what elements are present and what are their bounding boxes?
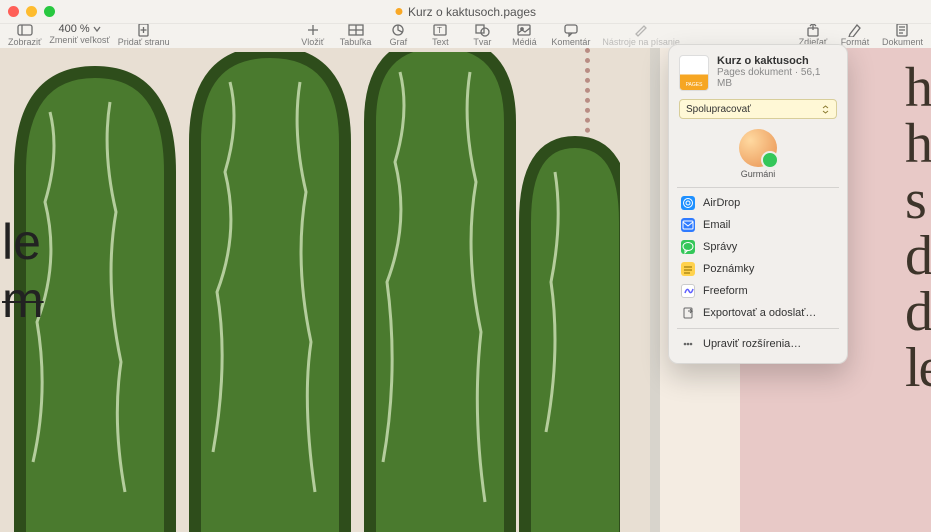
share-edit-extensions[interactable]: Upraviť rozšírenia… [679, 333, 837, 355]
mail-icon [681, 218, 695, 232]
table-label: Tabuľka [340, 38, 372, 47]
window-title: Kurz o kaktusoch.pages [395, 5, 536, 19]
writing-tools-label: Nástroje na písanie [602, 38, 680, 47]
format-button[interactable]: Formát [840, 23, 870, 47]
writing-tools-button: Nástroje na písanie [602, 23, 680, 47]
close-window-icon[interactable] [8, 6, 19, 17]
share-option-notes[interactable]: Poznámky [679, 258, 837, 280]
plus-icon [305, 23, 321, 37]
chart-icon [390, 23, 406, 37]
share-option-label: Freeform [703, 285, 748, 297]
chart-label: Graf [390, 38, 408, 47]
handwriting-annotation: le m [2, 213, 44, 329]
media-label: Médiá [512, 38, 537, 47]
airdrop-icon [681, 196, 695, 210]
window-title-text: Kurz o kaktusoch.pages [408, 5, 536, 19]
view-label: Zobraziť [8, 38, 41, 47]
share-doc-title: Kurz o kaktusoch [717, 55, 837, 67]
titlebar: Kurz o kaktusoch.pages [0, 0, 931, 24]
document-icon [894, 23, 910, 37]
format-icon [847, 23, 863, 37]
updown-icon [821, 105, 830, 114]
shape-icon [474, 23, 490, 37]
share-option-freeform[interactable]: Freeform [679, 280, 837, 302]
insert-button[interactable]: Vložiť [298, 23, 328, 47]
insert-label: Vložiť [301, 38, 324, 47]
shape-label: Tvar [473, 38, 491, 47]
window-controls[interactable] [8, 6, 55, 17]
text-label: Text [432, 38, 449, 47]
add-page-icon [136, 23, 152, 37]
zoom-label: Zmeniť veľkosť [49, 36, 109, 45]
comment-button[interactable]: Komentár [551, 23, 590, 47]
freeform-icon [681, 284, 695, 298]
share-option-messages[interactable]: Správy [679, 236, 837, 258]
document-thumbnail-icon [679, 55, 709, 91]
share-doc-meta: Pages dokument · 56,1 MB [717, 67, 837, 89]
minimize-window-icon[interactable] [26, 6, 37, 17]
share-contact[interactable]: Gurmáni [679, 129, 837, 179]
export-icon [681, 306, 695, 320]
media-icon [516, 23, 532, 37]
share-option-email[interactable]: Email [679, 214, 837, 236]
document-text-peek: h h s d d le [905, 60, 931, 396]
contact-avatar-icon [739, 129, 777, 167]
notes-icon [681, 262, 695, 276]
zoom-button[interactable]: 400 % Zmeniť veľkosť [49, 23, 109, 45]
share-option-label: AirDrop [703, 197, 740, 209]
sidebar-icon [17, 23, 33, 37]
comment-label: Komentár [551, 38, 590, 47]
share-popover: Kurz o kaktusoch Pages dokument · 56,1 M… [668, 44, 848, 364]
media-button[interactable]: Médiá [509, 23, 539, 47]
share-option-label: Email [703, 219, 731, 231]
tools-icon [633, 23, 649, 37]
share-option-airdrop[interactable]: AirDrop [679, 192, 837, 214]
format-label: Formát [841, 38, 870, 47]
document-label: Dokument [882, 38, 923, 47]
text-icon: T [432, 23, 448, 37]
svg-text:T: T [437, 26, 442, 35]
extensions-icon [681, 337, 695, 351]
contact-name: Gurmáni [741, 169, 776, 179]
text-button[interactable]: T Text [425, 23, 455, 47]
comment-icon [563, 23, 579, 37]
shape-button[interactable]: Tvar [467, 23, 497, 47]
document-button[interactable]: Dokument [882, 23, 923, 47]
share-option-label: Správy [703, 241, 737, 253]
page-gap [650, 48, 660, 532]
table-button[interactable]: Tabuľka [340, 23, 372, 47]
cactus-illustration [0, 52, 620, 532]
share-mode-label: Spolupracovať [686, 104, 751, 115]
add-page-label: Pridať stranu [118, 38, 170, 47]
add-page-button[interactable]: Pridať stranu [118, 23, 170, 47]
unsaved-indicator-icon [395, 8, 402, 15]
share-option-label: Exportovať a odoslať… [703, 307, 816, 319]
share-option-label: Poznámky [703, 263, 754, 275]
divider [677, 328, 839, 329]
table-icon [348, 23, 364, 37]
chart-button[interactable]: Graf [383, 23, 413, 47]
chevron-down-icon [93, 25, 101, 33]
maximize-window-icon[interactable] [44, 6, 55, 17]
share-header: Kurz o kaktusoch Pages dokument · 56,1 M… [679, 55, 837, 91]
page-current: le m [0, 48, 650, 532]
share-icon [805, 23, 821, 37]
divider [677, 187, 839, 188]
share-edit-extensions-label: Upraviť rozšírenia… [703, 338, 801, 350]
share-option-export[interactable]: Exportovať a odoslať… [679, 302, 837, 324]
view-button[interactable]: Zobraziť [8, 23, 41, 47]
messages-icon [681, 240, 695, 254]
share-mode-select[interactable]: Spolupracovať [679, 99, 837, 119]
zoom-value: 400 % [58, 23, 89, 35]
